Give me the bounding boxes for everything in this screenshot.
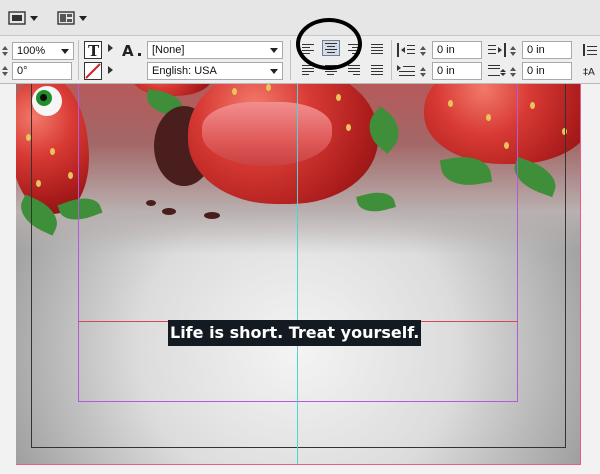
left-indent-icon xyxy=(397,43,415,57)
divider xyxy=(391,40,392,80)
rotation-stepper[interactable] xyxy=(2,62,12,80)
svg-text:T: T xyxy=(88,42,100,58)
rotation-field[interactable]: 0° xyxy=(12,62,72,80)
highlight-circle xyxy=(296,18,362,70)
zoom-stepper[interactable] xyxy=(2,42,12,60)
divider xyxy=(290,40,291,80)
svg-text:‡A: ‡A xyxy=(583,67,595,78)
right-indent-field[interactable]: 0 in xyxy=(522,41,572,59)
screen-mode-button[interactable] xyxy=(3,6,43,30)
first-line-indent-stepper[interactable] xyxy=(420,63,430,81)
arrow-right-icon xyxy=(108,66,113,74)
type-icon: T xyxy=(88,42,100,60)
center-ruler-guide[interactable] xyxy=(297,84,298,464)
space-before-icon xyxy=(583,44,597,56)
fill-none-swatch[interactable] xyxy=(84,62,102,80)
text-formatting-button[interactable]: T xyxy=(84,41,102,60)
screen-mode-icon xyxy=(8,11,26,25)
language-dropdown[interactable]: English: USA xyxy=(147,62,283,80)
document-page[interactable]: Life is short. Treat yourself. xyxy=(16,84,581,465)
space-after-field[interactable]: 0 in xyxy=(522,62,572,80)
character-style-icon: A xyxy=(122,42,141,58)
character-style-dropdown[interactable]: [None] xyxy=(147,41,283,59)
text-frame-guide xyxy=(78,84,518,402)
baseline-grid-icon: ‡A xyxy=(583,67,595,78)
right-indent-stepper[interactable] xyxy=(510,42,520,60)
chevron-down-icon xyxy=(30,15,38,21)
space-after-stepper[interactable] xyxy=(510,63,520,81)
view-options-icon xyxy=(57,11,75,25)
zoom-field[interactable]: 100% xyxy=(12,42,74,60)
right-indent-icon xyxy=(488,43,506,57)
view-options-button[interactable] xyxy=(52,6,92,30)
first-line-indent-icon xyxy=(397,65,415,76)
chevron-down-icon xyxy=(79,15,87,21)
justify-all-button[interactable] xyxy=(368,62,386,78)
space-after-icon xyxy=(488,65,506,76)
headline-text[interactable]: Life is short. Treat yourself. xyxy=(168,320,422,346)
align-towards-spine-button[interactable] xyxy=(368,41,386,57)
svg-text:A: A xyxy=(122,42,134,58)
left-indent-stepper[interactable] xyxy=(420,42,430,60)
first-line-indent-field[interactable]: 0 in xyxy=(432,62,482,80)
left-indent-field[interactable]: 0 in xyxy=(432,41,482,59)
arrow-right-icon xyxy=(108,44,113,52)
none-swatch-icon xyxy=(85,63,101,79)
divider xyxy=(78,40,79,80)
